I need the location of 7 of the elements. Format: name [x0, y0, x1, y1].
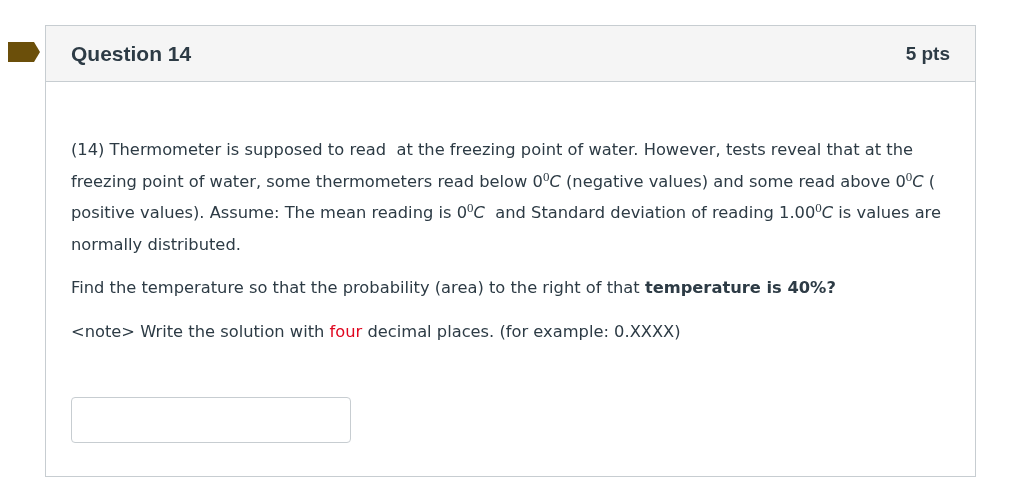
question-text: <note> Write the solution with four decimal places. (for example: 0.XXXX) [71, 320, 682, 343]
flag-icon[interactable] [8, 42, 40, 62]
question-title: Question 14 [71, 41, 192, 66]
answer-field[interactable] [71, 397, 351, 443]
question-text: (14) Thermometer is supposed to read at the freezing point of water. However, tests reveal that at the freezing point of water, some thermometers read below 0$^{0}$C (negative values) and some read above 0$^{0}$C ( positive values). Assume: The mean reading is 0$^{0}$C and Standard deviation of reading 1.00$^{0}$C is values are normally distributed. [71, 139, 942, 256]
question-text: Find the temperature so that the probability (area) to the right of that temperature is 40%? [71, 277, 837, 299]
question-points: 5 pts [905, 42, 950, 65]
